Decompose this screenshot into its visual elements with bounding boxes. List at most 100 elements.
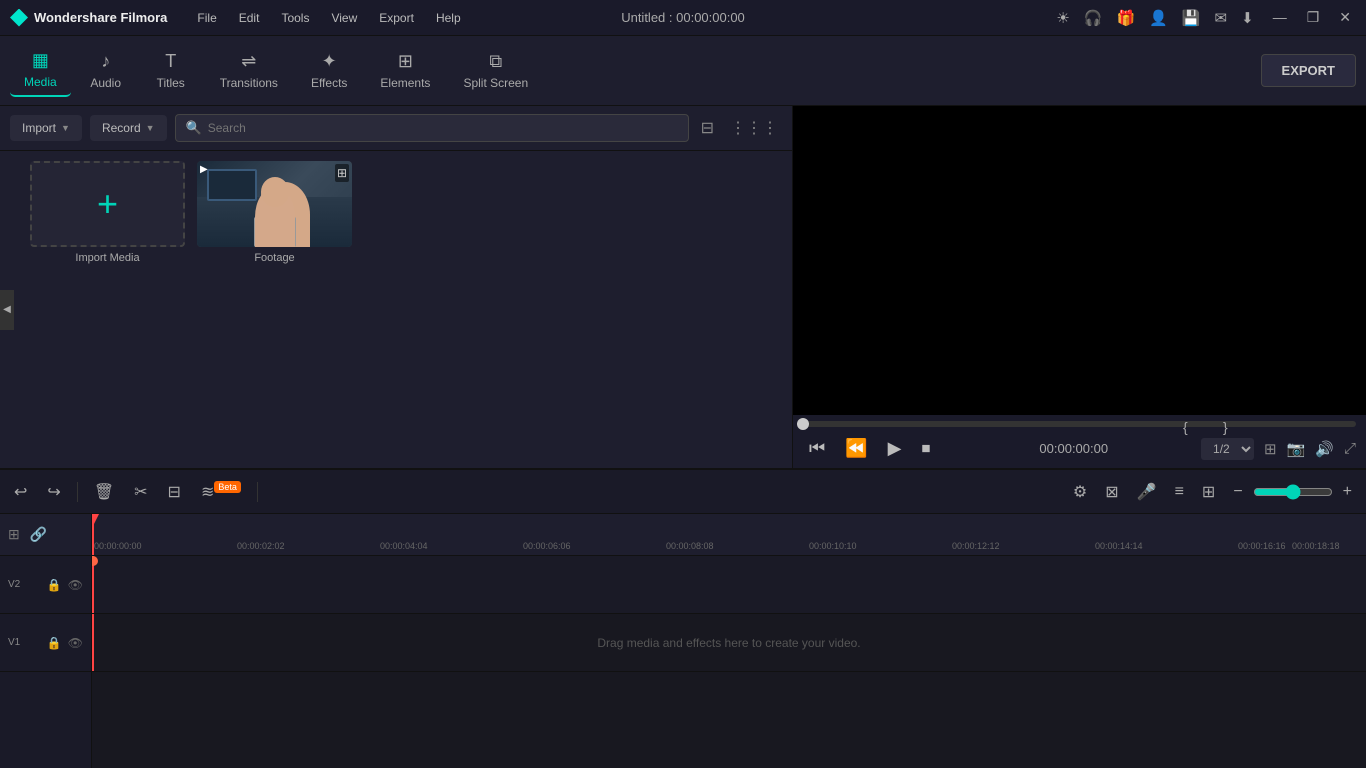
tab-transitions[interactable]: ⇌ Transitions [206, 45, 292, 96]
menu-view[interactable]: View [321, 7, 367, 29]
add-media-track-button[interactable]: ⊞ [8, 526, 20, 543]
app-logo: Wondershare Filmora [10, 9, 167, 27]
tab-titles[interactable]: T Titles [141, 45, 201, 96]
menu-edit[interactable]: Edit [229, 7, 270, 29]
search-icon: 🔍 [186, 120, 202, 136]
sidebar-collapse-button[interactable]: ◀ [0, 290, 14, 330]
ruler-label-4: 00:00:08:08 [666, 541, 714, 551]
ruler-label-1: 00:00:02:02 [237, 541, 285, 551]
maximize-button[interactable]: ❐ [1302, 7, 1325, 28]
close-button[interactable]: ✕ [1334, 7, 1356, 28]
import-label: Import [22, 121, 56, 135]
filter-icon[interactable]: ⊟ [697, 114, 718, 142]
footage-item[interactable]: ▶ ⊞ Footage [197, 161, 352, 264]
export-button[interactable]: EXPORT [1261, 54, 1356, 87]
timeline-toolbar: ↩ ↪ 🗑 ✂ ⊟ ≋Beta ⚙ ⊠ 🎤 ≡ ⊞ − + [0, 470, 1366, 514]
menu-help[interactable]: Help [426, 7, 471, 29]
track-v1-lock-icon[interactable]: 🔒 [47, 636, 62, 650]
tab-media[interactable]: ▦ Media [10, 44, 71, 97]
preview-right-icons: 1/2 1/1 1/4 ⊞ 📷 🔊 ⤢ [1201, 438, 1356, 460]
timeline-audio-button[interactable]: ≡ [1171, 479, 1188, 505]
elements-tab-icon: ⊞ [398, 51, 413, 72]
timeline-right-controls: ⚙ ⊠ 🎤 ≡ ⊞ − + [1069, 478, 1356, 506]
tab-elements[interactable]: ⊞ Elements [366, 45, 444, 96]
window-controls: — ❐ ✕ [1268, 7, 1356, 28]
adjust-button[interactable]: ⊟ [164, 478, 185, 506]
effects-tab-label: Effects [311, 76, 347, 90]
track-v1-label: V1 [8, 637, 20, 648]
ruler-label-6: 00:00:12:12 [952, 541, 1000, 551]
track-v2-eye-icon[interactable]: 👁 [68, 578, 83, 592]
play-button[interactable]: ▶ [882, 435, 908, 462]
mail-icon[interactable]: ✉ [1215, 9, 1228, 27]
stop-button[interactable]: ⏹ [915, 435, 936, 462]
import-button[interactable]: Import ▼ [10, 115, 82, 141]
elements-tab-label: Elements [380, 76, 430, 90]
audio-wave-button[interactable]: ≋Beta [197, 478, 245, 506]
import-media-box[interactable]: + [30, 161, 185, 247]
download-icon[interactable]: ⬇ [1241, 9, 1254, 27]
timeline-layout-button[interactable]: ⊞ [1198, 478, 1219, 506]
preview-progress-handle[interactable] [797, 418, 809, 430]
volume-icon[interactable]: 🔊 [1315, 440, 1334, 458]
titles-tab-icon: T [165, 51, 176, 72]
media-content-area: ◀ + Import Media [0, 151, 792, 468]
redo-button[interactable]: ↪ [43, 478, 64, 506]
menu-export[interactable]: Export [369, 7, 424, 29]
menu-file[interactable]: File [187, 7, 226, 29]
timeline-tracks: Drag media and effects here to create yo… [92, 556, 1366, 768]
app-name: Wondershare Filmora [34, 10, 167, 25]
save-icon[interactable]: 💾 [1182, 9, 1201, 27]
frame-back-button[interactable]: ⏪ [839, 435, 873, 462]
beta-badge: Beta [214, 481, 241, 493]
search-input[interactable] [208, 121, 678, 135]
cut-button[interactable]: ✂ [130, 478, 151, 506]
add-media-icon: + [97, 186, 118, 222]
track-v1-playhead [92, 614, 94, 671]
track-v2-lock-icon[interactable]: 🔒 [47, 578, 62, 592]
in-point-marker[interactable]: { [1183, 419, 1191, 429]
timeline-section: ↩ ↪ 🗑 ✂ ⊟ ≋Beta ⚙ ⊠ 🎤 ≡ ⊞ − + ⊞ [0, 468, 1366, 768]
zoom-in-button[interactable]: + [1339, 479, 1356, 505]
tab-splitscreen[interactable]: ⧉ Split Screen [449, 45, 542, 96]
gift-icon[interactable]: 🎁 [1116, 9, 1135, 27]
ruler-label-2: 00:00:04:04 [380, 541, 428, 551]
record-label: Record [102, 121, 141, 135]
zoom-control: − + [1229, 479, 1356, 505]
timeline-mic-button[interactable]: 🎤 [1133, 478, 1161, 506]
fullscreen-preview-icon[interactable]: ⊞ [1264, 440, 1277, 458]
delete-button[interactable]: 🗑 [90, 478, 118, 506]
quality-select[interactable]: 1/2 1/1 1/4 [1201, 438, 1254, 460]
step-back-button[interactable]: ⏮ [803, 435, 831, 462]
search-box[interactable]: 🔍 [175, 114, 689, 142]
timeline-clip-button[interactable]: ⊠ [1101, 478, 1122, 506]
playhead-marker [92, 514, 99, 526]
titlebar-icons: ☀ 🎧 🎁 👤 💾 ✉ ⬇ [1056, 9, 1253, 27]
import-media-item[interactable]: + Import Media [30, 161, 185, 264]
tab-effects[interactable]: ✦ Effects [297, 45, 361, 96]
footage-thumbnail[interactable]: ▶ ⊞ [197, 161, 352, 247]
ruler-label-3: 00:00:06:06 [523, 541, 571, 551]
track-v1-eye-icon[interactable]: 👁 [68, 636, 83, 650]
ruler-label-9: 00:00:18:18 [1292, 541, 1340, 551]
timeline-body: ⊞ 🔗 V2 🔒 👁 V1 🔒 👁 00:00:00:0 [0, 514, 1366, 768]
zoom-out-button[interactable]: − [1229, 479, 1246, 505]
zoom-slider[interactable] [1253, 484, 1333, 500]
preview-progress-bar[interactable]: { } [803, 421, 1356, 427]
tab-audio[interactable]: ♪ Audio [76, 45, 136, 96]
minimize-button[interactable]: — [1268, 7, 1292, 28]
snapshot-icon[interactable]: 📷 [1287, 440, 1306, 458]
link-track-button[interactable]: 🔗 [30, 526, 47, 543]
account-icon[interactable]: 👤 [1149, 9, 1168, 27]
track-v1-row[interactable]: Drag media and effects here to create yo… [92, 614, 1366, 672]
out-point-marker[interactable]: } [1223, 419, 1231, 429]
record-button[interactable]: Record ▼ [90, 115, 167, 141]
timecode-display: 00:00:00:00 [1039, 441, 1108, 456]
undo-button[interactable]: ↩ [10, 478, 31, 506]
sun-icon[interactable]: ☀ [1056, 9, 1069, 27]
menu-tools[interactable]: Tools [271, 7, 319, 29]
fullscreen-icon[interactable]: ⤢ [1344, 440, 1356, 457]
grid-view-icon[interactable]: ⋮⋮⋮ [726, 114, 782, 142]
timeline-settings-button[interactable]: ⚙ [1069, 478, 1091, 506]
headset-icon[interactable]: 🎧 [1084, 9, 1103, 27]
